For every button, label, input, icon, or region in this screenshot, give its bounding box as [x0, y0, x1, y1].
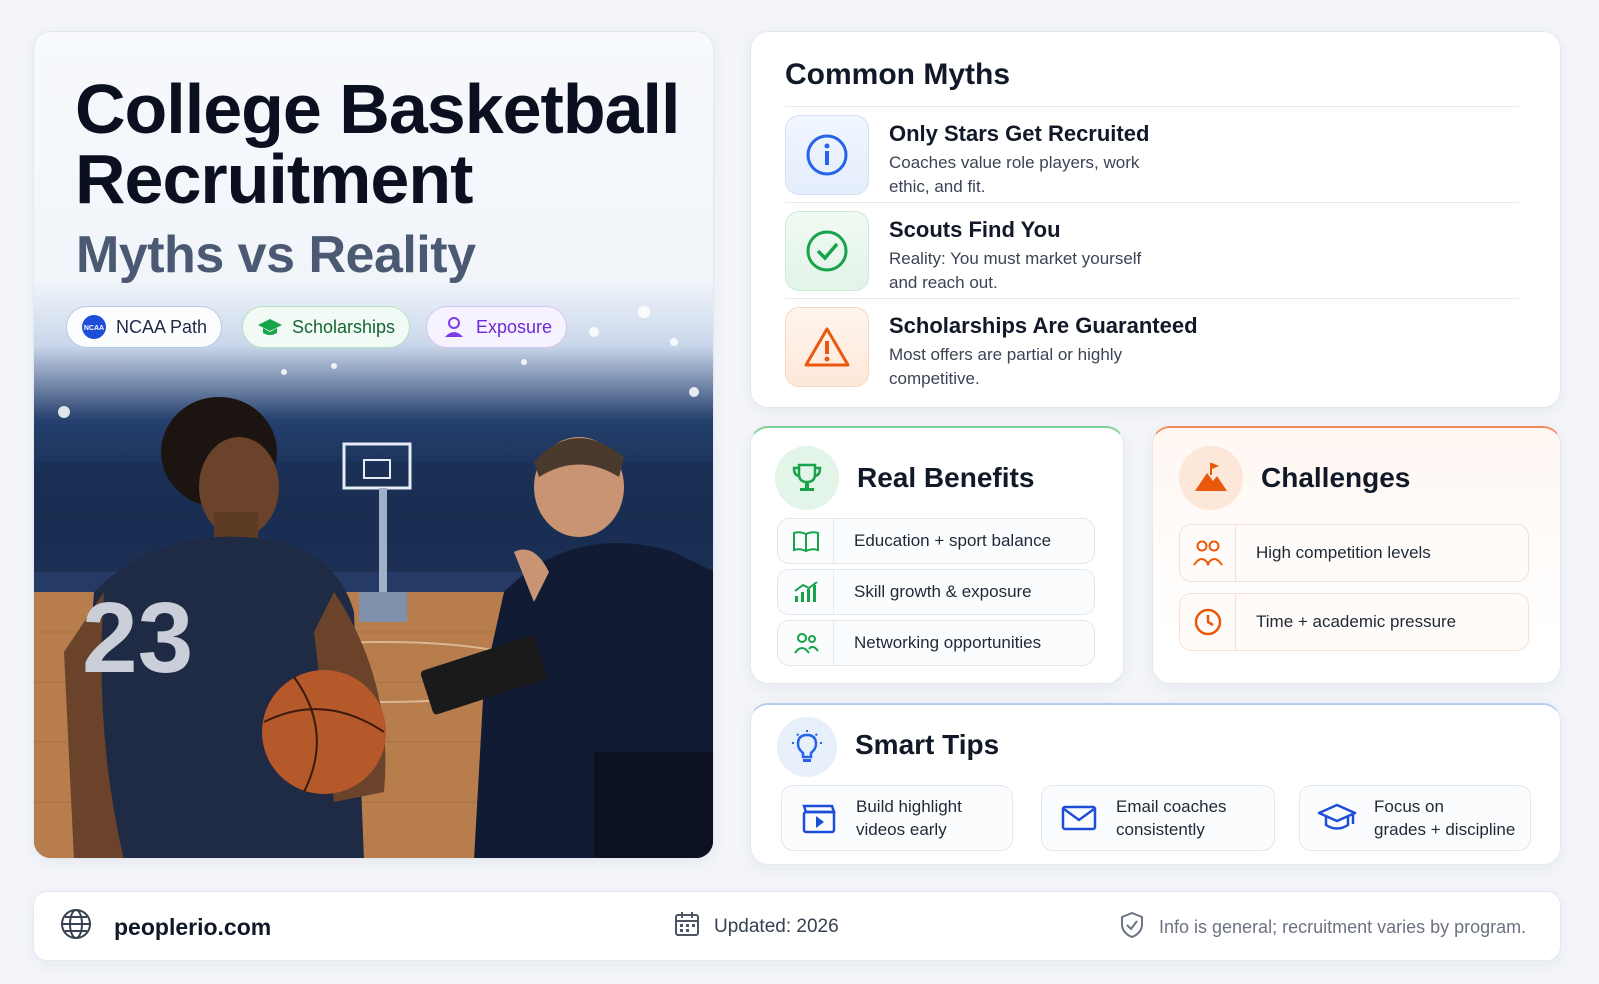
benefit-item: Skill growth & exposure: [777, 569, 1095, 615]
challenges-card: Challenges High competition levels Time …: [1152, 426, 1561, 684]
graduation-cap-icon: [1300, 802, 1374, 834]
tip-line-2: videos early: [856, 820, 947, 839]
mountain-flag-icon: [1179, 446, 1243, 510]
site-link[interactable]: peoplerio.com: [114, 914, 271, 941]
hero-title: College Basketball Recruitment: [75, 70, 680, 218]
tip-line-1: Focus on: [1374, 797, 1444, 816]
benefit-item: Networking opportunities: [777, 620, 1095, 666]
myth-item: Scholarships Are Guaranteed Most offers …: [785, 298, 1519, 394]
book-icon: [778, 519, 834, 563]
common-myths-card: Common Myths Only Stars Get Recruited Co…: [750, 31, 1561, 408]
smart-tips-card: Smart Tips Build highlight videos early E…: [750, 703, 1561, 865]
tip-line-2: grades + discipline: [1374, 820, 1516, 839]
benefit-label: Networking opportunities: [854, 633, 1042, 652]
calendar-icon: [674, 911, 700, 943]
challenges-title: Challenges: [1261, 462, 1411, 493]
hero-subtitle: Myths vs Reality: [76, 226, 476, 284]
tip-item: Email coaches consistently: [1041, 785, 1275, 851]
challenge-item: Time + academic pressure: [1179, 593, 1529, 651]
chip-ncaa-path[interactable]: NCAA NCAA Path: [66, 306, 223, 348]
benefit-label: Skill growth & exposure: [854, 582, 1032, 601]
svg-text:NCAA: NCAA: [84, 325, 104, 332]
info-icon: [785, 115, 869, 195]
tip-item: Focus on grades + discipline: [1299, 785, 1531, 851]
myth-heading: Scholarships Are Guaranteed: [889, 313, 1198, 338]
people-icon: [778, 621, 834, 665]
benefit-item: Education + sport balance: [777, 518, 1095, 564]
myth-description: Most offers are partial or highly compet…: [889, 345, 1123, 388]
person-icon: [441, 314, 467, 340]
updated-text: Updated: 2026: [714, 916, 839, 937]
benefit-label: Education + sport balance: [854, 531, 1052, 550]
myths-title: Common Myths: [785, 58, 1010, 91]
ncaa-logo-icon: NCAA: [81, 314, 107, 340]
people-icon: [1180, 525, 1236, 581]
tip-line-1: Email coaches: [1116, 797, 1227, 816]
check-circle-icon: [785, 211, 869, 291]
hero-card: 23 College Basketball Recruitment Myths …: [33, 31, 714, 859]
chip-scholarships[interactable]: Scholarships: [242, 306, 411, 348]
globe-icon: [60, 908, 92, 946]
chip-label: NCAA Path: [116, 316, 208, 337]
clock-icon: [1180, 594, 1236, 650]
footer-updated: Updated: 2026: [674, 892, 839, 962]
jersey-number: 23: [82, 582, 193, 694]
challenge-label: Time + academic pressure: [1256, 612, 1457, 631]
myth-heading: Only Stars Get Recruited: [889, 121, 1150, 146]
myth-description: Reality: You must market yourself and re…: [889, 249, 1142, 292]
disclaimer-text: Info is general; recruitment varies by p…: [1159, 916, 1527, 937]
chip-label: Exposure: [476, 316, 553, 337]
chip-exposure[interactable]: Exposure: [426, 306, 568, 348]
myth-description: Coaches value role players, work ethic, …: [889, 153, 1140, 196]
trophy-icon: [775, 446, 839, 510]
graduation-cap-icon: [257, 314, 283, 340]
myth-item: Only Stars Get Recruited Coaches value r…: [785, 106, 1519, 202]
growth-chart-icon: [778, 570, 834, 614]
benefits-title: Real Benefits: [857, 462, 1035, 493]
video-clapper-icon: [782, 802, 856, 834]
shield-check-icon: [1119, 911, 1145, 944]
myth-heading: Scouts Find You: [889, 217, 1061, 242]
real-benefits-card: Real Benefits Education + sport balance …: [750, 426, 1124, 684]
envelope-icon: [1042, 804, 1116, 832]
myth-item: Scouts Find You Reality: You must market…: [785, 202, 1519, 298]
tip-line-1: Build highlight: [856, 797, 962, 816]
warning-triangle-icon: [785, 307, 869, 387]
tip-line-2: consistently: [1116, 820, 1205, 839]
tips-title: Smart Tips: [855, 729, 1000, 760]
chip-label: Scholarships: [292, 316, 396, 337]
lightbulb-icon: [777, 717, 837, 777]
footer-site[interactable]: peoplerio.com: [60, 892, 271, 962]
footer-bar: peoplerio.com Updated: 2026 Info is gene…: [33, 891, 1561, 961]
challenge-label: High competition levels: [1256, 543, 1431, 562]
footer-disclaimer: Info is general; recruitment varies by p…: [1119, 892, 1526, 962]
tip-item: Build highlight videos early: [781, 785, 1013, 851]
challenge-item: High competition levels: [1179, 524, 1529, 582]
